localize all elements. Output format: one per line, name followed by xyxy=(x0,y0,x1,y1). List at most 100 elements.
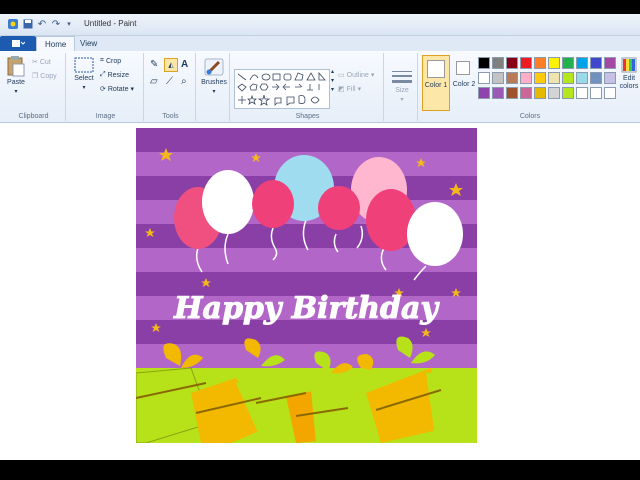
brushes-label: Brushes xyxy=(201,79,227,86)
color-swatch[interactable] xyxy=(576,87,588,99)
text-icon: A xyxy=(181,59,189,70)
color1-swatch xyxy=(427,60,445,78)
color-swatch[interactable] xyxy=(492,72,504,84)
rotate-icon: ⟳ xyxy=(100,86,106,93)
shapes-gallery[interactable] xyxy=(234,69,330,109)
color-swatch[interactable] xyxy=(506,72,518,84)
shapes-scroll[interactable]: ▴ ▾ ▾ xyxy=(331,69,334,94)
color-swatch[interactable] xyxy=(506,87,518,99)
window-title: Untitled - Paint xyxy=(84,19,137,28)
pencil-tool[interactable]: ✎ xyxy=(150,59,158,70)
birthday-card-image[interactable]: Happy Birthday xyxy=(136,128,477,443)
crop-button[interactable]: ⌗ Crop xyxy=(100,57,121,65)
size-label: Size xyxy=(395,87,409,94)
paste-dropdown-icon[interactable]: ▾ xyxy=(14,88,17,95)
scroll-down-icon[interactable]: ▾ xyxy=(331,78,334,85)
clipboard-group: Paste ▾ ✂ Cut ❐ Copy Clipboard xyxy=(2,53,66,121)
greeting-text: Happy Birthday xyxy=(173,291,440,326)
select-label: Select xyxy=(74,75,94,82)
color-swatch[interactable] xyxy=(576,72,588,84)
color-swatch[interactable] xyxy=(590,72,602,84)
fill-tool[interactable]: ◭ xyxy=(164,58,178,72)
select-dropdown-icon[interactable]: ▾ xyxy=(82,84,85,91)
colors-group-label: Colors xyxy=(519,113,541,120)
eyedropper-icon: ⟋ xyxy=(166,76,173,87)
copy-label: Copy xyxy=(40,72,57,80)
color1-label: Color 1 xyxy=(424,82,448,89)
clipboard-group-label: Clipboard xyxy=(18,113,49,120)
resize-button[interactable]: ⤢ Resize xyxy=(100,71,129,79)
tab-view[interactable]: View xyxy=(72,36,105,51)
background-stripe xyxy=(136,128,477,152)
text-tool[interactable]: A xyxy=(181,59,188,70)
cut-button[interactable]: ✂ Cut xyxy=(32,58,51,67)
clipboard-icon xyxy=(7,56,25,77)
color-swatch[interactable] xyxy=(492,57,504,69)
color-swatch[interactable] xyxy=(604,87,616,99)
size-group: Size ▾ xyxy=(386,53,418,121)
scissors-icon: ✂ xyxy=(32,59,38,66)
color-swatch[interactable] xyxy=(604,72,616,84)
undo-icon[interactable]: ↶ xyxy=(36,18,48,30)
color-swatch[interactable] xyxy=(604,57,616,69)
redo-icon[interactable]: ↷ xyxy=(50,18,62,30)
color-swatch[interactable] xyxy=(548,57,560,69)
color-swatch[interactable] xyxy=(562,72,574,84)
title-bar: ↶ ↷ ▾ Untitled - Paint xyxy=(0,14,640,36)
resize-label: Resize xyxy=(107,71,130,79)
color-swatch[interactable] xyxy=(534,57,546,69)
tools-group-label: Tools xyxy=(162,113,179,120)
pencil-icon: ✎ xyxy=(150,59,159,70)
copy-button[interactable]: ❐ Copy xyxy=(32,72,57,81)
paste-button[interactable]: Paste ▾ xyxy=(6,55,26,95)
paste-label: Paste xyxy=(7,79,25,86)
color-swatch[interactable] xyxy=(590,87,602,99)
color-swatch[interactable] xyxy=(534,72,546,84)
color-swatch[interactable] xyxy=(590,57,602,69)
shapes-group-label: Shapes xyxy=(295,113,320,120)
fill-dropdown-icon: ▾ xyxy=(357,86,362,93)
file-menu-button[interactable] xyxy=(0,36,36,51)
ribbon: Paste ▾ ✂ Cut ❐ Copy Clipboard Select ▾ ⌗ C… xyxy=(0,51,640,123)
color-palette xyxy=(478,57,618,103)
color-swatch[interactable] xyxy=(492,87,504,99)
more-shapes-icon[interactable]: ▾ xyxy=(331,87,334,94)
color-swatch[interactable] xyxy=(548,72,560,84)
color-swatch[interactable] xyxy=(562,57,574,69)
color-swatch[interactable] xyxy=(548,87,560,99)
magnifier-tool[interactable]: ⌕ xyxy=(181,76,187,87)
select-button[interactable]: Select ▾ xyxy=(72,57,96,91)
customize-toolbar-icon[interactable]: ▾ xyxy=(64,18,74,30)
color1-selector[interactable]: Color 1 xyxy=(422,55,450,111)
color-swatch[interactable] xyxy=(520,87,532,99)
color-swatch[interactable] xyxy=(562,87,574,99)
outline-label: Outline xyxy=(346,71,369,79)
color-swatch[interactable] xyxy=(478,72,490,84)
brushes-button[interactable]: Brushes ▾ xyxy=(200,57,228,95)
ribbon-tab-bar: Home View xyxy=(0,36,640,51)
color-swatch[interactable] xyxy=(520,72,532,84)
color-swatch[interactable] xyxy=(534,87,546,99)
paint-app-icon[interactable] xyxy=(6,18,20,30)
color-swatch[interactable] xyxy=(506,57,518,69)
save-icon[interactable] xyxy=(22,18,34,30)
color2-selector[interactable]: Color 2 xyxy=(452,55,476,111)
rotate-button[interactable]: ⟳ Rotate ▾ xyxy=(100,85,134,94)
tab-home[interactable]: Home xyxy=(36,36,76,51)
color-swatch[interactable] xyxy=(576,57,588,69)
color2-label: Color 2 xyxy=(452,81,476,88)
outline-button[interactable]: ▭ Outline ▾ xyxy=(338,71,374,80)
balloon xyxy=(318,186,360,230)
fill-button[interactable]: ◩ Fill ▾ xyxy=(338,85,362,94)
color-swatch[interactable] xyxy=(478,87,490,99)
shapes-group: ▴ ▾ ▾ ▭ Outline ▾ ◩ Fill ▾ Shapes xyxy=(232,53,384,121)
eraser-tool[interactable]: ▱ xyxy=(150,76,158,87)
color-picker-tool[interactable]: ⟋ xyxy=(166,76,173,87)
cut-label: Cut xyxy=(39,58,51,66)
edit-colors-button[interactable]: Edit colors xyxy=(618,57,640,91)
scroll-up-icon[interactable]: ▴ xyxy=(331,69,334,76)
size-button[interactable]: Size ▾ xyxy=(390,69,414,103)
brushes-dropdown-icon: ▾ xyxy=(212,89,216,95)
color-swatch[interactable] xyxy=(520,57,532,69)
color-swatch[interactable] xyxy=(478,57,490,69)
